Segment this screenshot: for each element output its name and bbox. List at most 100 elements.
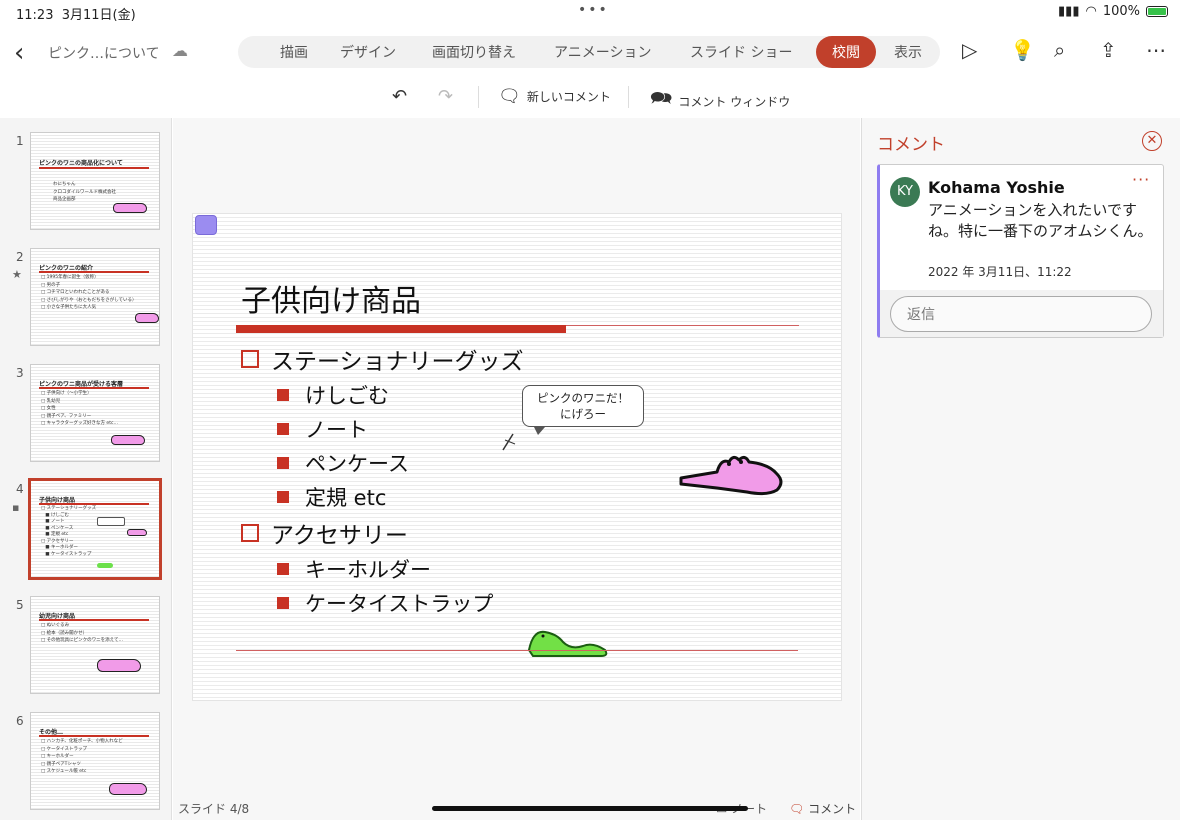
tab-animations[interactable]: アニメーション — [554, 42, 651, 62]
pink-crocodile-icon — [135, 313, 159, 323]
slide-thumbnail-5[interactable]: 幼児向け商品 □ ぬいぐるみ □ 絵本（読み聞かせ） □ その他玩具にピンクのワ… — [30, 596, 160, 694]
bullet-text: けしごむ — [305, 384, 389, 408]
square-bullet-icon — [277, 597, 289, 609]
signal-icon: ▮▮▮ — [1058, 4, 1080, 19]
status-right: ▮▮▮ ◠ 100% — [1058, 4, 1168, 19]
undo-icon: ↶ — [392, 86, 408, 107]
slide[interactable]: 子供向け商品 ステーショナリーグッズ けしごむ ノート ペンケース 定規 etc… — [193, 214, 841, 700]
pink-crocodile-icon — [111, 435, 145, 445]
lightbulb-icon[interactable]: 💡 — [1010, 38, 1035, 62]
square-bullet-icon — [277, 563, 289, 575]
thumb-body: □ ステーショナリーグッズ ■ けしごむ ■ ノート ■ ペンケース ■ 定規 … — [41, 506, 97, 557]
slide-thumbnail-3[interactable]: ピンクのワニ商品が受ける客層 □ 子供向け（〜小学生） □ 乳幼児 □ 女性 □… — [30, 364, 160, 462]
comment-window-button[interactable]: 🗪 コメント ウィンドウ — [650, 86, 790, 116]
new-comment-icon: 🗨 — [498, 86, 521, 107]
tab-review[interactable]: 校閲 — [816, 36, 876, 68]
cloud-saved-icon[interactable]: ☁ — [172, 41, 188, 60]
tab-design[interactable]: デザイン — [340, 42, 396, 62]
slide-bottom-line — [236, 650, 798, 651]
pink-crocodile-icon — [97, 659, 141, 672]
thumb-number: 6 — [16, 714, 24, 728]
more-icon[interactable]: ⋯ — [1146, 38, 1166, 62]
thumb-body: □ ぬいぐるみ □ 絵本（読み聞かせ） □ その他玩具にピンクのワニを添えて… — [41, 623, 123, 643]
comment-window-icon: 🗪 — [650, 88, 673, 109]
pink-crocodile-icon — [679, 455, 783, 496]
ribbon-tabs: 描画 デザイン 画面切り替え アニメーション スライド ショー 校閲 表示 — [238, 36, 940, 68]
review-toolbar: ↶ ↷ 🗨 新しいコメント 🗪 コメント ウィンドウ — [0, 78, 1180, 118]
bullet-level2[interactable]: ノート — [277, 414, 368, 444]
thumb-title-line — [39, 387, 149, 389]
close-icon[interactable]: ✕ — [1142, 131, 1162, 151]
thumb-number: 1 — [16, 134, 24, 148]
redo-button[interactable]: ↷ — [438, 86, 453, 107]
title-thin-line — [566, 325, 799, 326]
wifi-icon: ◠ — [1085, 4, 1097, 19]
ribbon: ‹ ピンク…について ☁ 描画 デザイン 画面切り替え アニメーション スライド… — [0, 30, 1180, 74]
bullet-level2[interactable]: 定規 etc — [277, 482, 386, 512]
thumb-title-line — [39, 503, 149, 505]
bullet-level1[interactable]: ステーショナリーグッズ — [241, 342, 524, 376]
redo-icon: ↷ — [438, 86, 454, 107]
bullet-level2[interactable]: ペンケース — [277, 448, 409, 478]
pink-crocodile-icon — [113, 203, 147, 213]
document-title[interactable]: ピンク…について — [48, 43, 160, 63]
square-bullet-icon — [277, 389, 289, 401]
thumb-number: 5 — [16, 598, 24, 612]
thumb-number: 3 — [16, 366, 24, 380]
thumb-title-line — [39, 619, 149, 621]
slide-thumbnail-2[interactable]: ピンクのワニの紹介 □ 1995年春に誕生（仮称） □ 男の子 □ コチマロとい… — [30, 248, 160, 346]
title-underline — [236, 325, 566, 333]
thumb-title-line — [39, 271, 149, 273]
comments-pane-title: コメント — [877, 135, 945, 155]
slide-thumbnail-4[interactable]: 子供向け商品 □ ステーショナリーグッズ ■ けしごむ ■ ノート ■ ペンケー… — [28, 478, 162, 580]
comments-button[interactable]: 🗨 コメント — [789, 800, 856, 817]
comment-marker-icon: ▪ — [12, 501, 20, 514]
speech-bubble[interactable]: ピンクのワニだ！ にげろー — [522, 385, 644, 427]
pink-crocodile-icon — [109, 783, 147, 795]
tab-slideshow[interactable]: スライド ショー — [690, 42, 792, 62]
hollow-square-bullet-icon — [241, 524, 259, 542]
caterpillar-icon — [527, 630, 608, 657]
tab-draw[interactable]: 描画 — [280, 42, 308, 62]
tab-transitions[interactable]: 画面切り替え — [432, 42, 516, 62]
thumb-body: □ 子供向け（〜小学生） □ 乳幼児 □ 女性 □ 親子ペア、ファミリー □ キ… — [41, 391, 118, 426]
bullet-text: ノート — [305, 418, 368, 442]
bullet-text: キーホルダー — [305, 558, 431, 582]
square-bullet-icon — [277, 423, 289, 435]
slide-thumbnail-6[interactable]: その他… □ ハンカチ、化粧ポーチ、小物入れなど □ ケータイストラップ □ キ… — [30, 712, 160, 810]
search-icon[interactable]: ⌕ — [1054, 38, 1065, 62]
share-icon[interactable]: ⇪ — [1100, 38, 1117, 62]
comment-text: アニメーションを入れたいですね。特に一番下のアオムシくん。 — [928, 201, 1153, 240]
speech-bubble-thumb — [97, 517, 125, 526]
comment-more-icon[interactable]: ··· — [1132, 170, 1150, 189]
bullet-level2[interactable]: ケータイストラップ — [277, 588, 493, 618]
slide-counter: スライド 4/8 — [178, 802, 250, 816]
status-time: 11:23 3月11日(金) — [16, 8, 136, 23]
bubble-line: ピンクのワニだ！ — [537, 391, 629, 405]
thumb-title-line — [39, 167, 149, 169]
multitask-dots-icon[interactable]: ••• — [578, 2, 609, 18]
bullet-level2[interactable]: キーホルダー — [277, 554, 431, 584]
comment-indicator-icon[interactable] — [195, 215, 217, 235]
battery-percent: 100% — [1102, 4, 1140, 19]
play-icon[interactable]: ▷ — [962, 38, 977, 62]
battery-icon — [1146, 6, 1168, 17]
new-comment-label: 新しいコメント — [526, 90, 611, 104]
tab-view[interactable]: 表示 — [894, 42, 922, 62]
new-comment-button[interactable]: 🗨 新しいコメント — [498, 86, 611, 107]
thumb-title: ピンクのワニの商品化について — [39, 160, 123, 167]
bullet-text: アクセサリー — [271, 523, 408, 549]
bullet-text: ペンケース — [305, 452, 409, 476]
comment-author: Kohama Yoshie — [928, 178, 1065, 197]
back-icon[interactable]: ‹ — [14, 38, 24, 68]
toolbar-divider — [628, 86, 629, 108]
bullet-level1[interactable]: アクセサリー — [241, 516, 408, 550]
undo-button[interactable]: ↶ — [392, 86, 407, 107]
home-indicator[interactable] — [432, 806, 748, 811]
bullet-text: ステーショナリーグッズ — [271, 349, 524, 375]
bullet-level2[interactable]: けしごむ — [277, 380, 389, 410]
slide-thumbnail-1[interactable]: ピンクのワニの商品化について わにちゃん クロコダイルワールド株式会社 商品企画… — [30, 132, 160, 230]
thumb-body: □ 1995年春に誕生（仮称） □ 男の子 □ コチマロといわれたことがある □… — [41, 275, 137, 310]
slide-title[interactable]: 子供向け商品 — [241, 276, 421, 320]
reply-input[interactable]: 返信 — [890, 296, 1152, 332]
